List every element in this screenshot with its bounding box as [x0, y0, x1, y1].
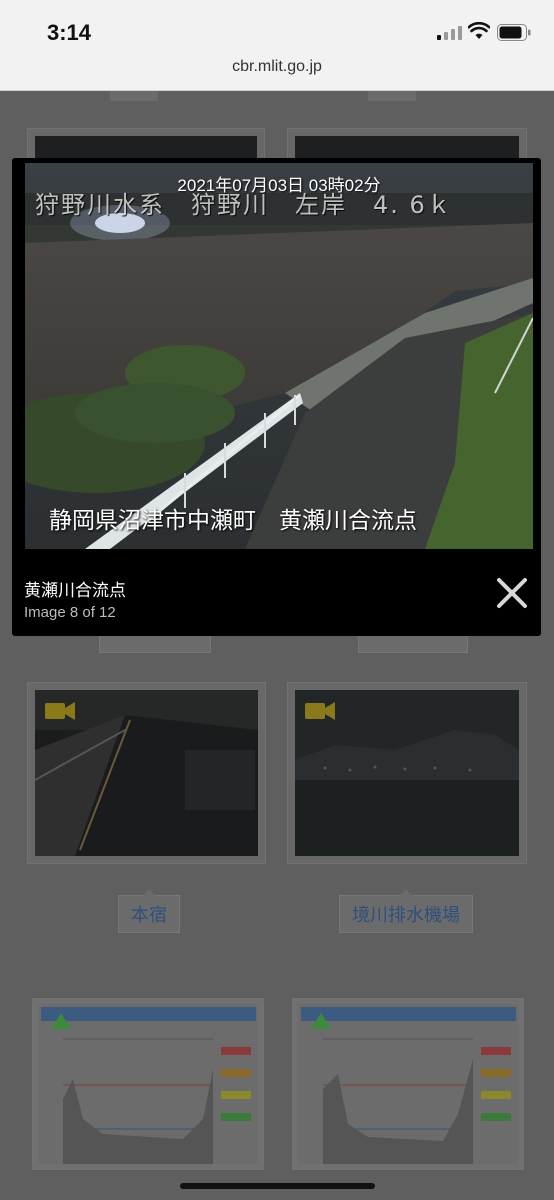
water-level-gauge-image — [38, 1004, 258, 1164]
river-scene-image — [25, 163, 533, 549]
camera-thumbnail — [295, 690, 519, 856]
video-camera-icon — [305, 702, 335, 720]
camera-label-text: 本宿 — [131, 905, 167, 925]
camera-label-sakaigawa[interactable]: 境川排水機場 — [339, 889, 473, 933]
water-level-card[interactable] — [292, 998, 524, 1170]
camera-card-hongjuku[interactable] — [27, 682, 266, 864]
video-camera-icon — [45, 702, 75, 720]
image-location-header: 狩野川水系 狩野川 左岸 4. 6ｋ — [35, 191, 453, 219]
camera-card-sakaigawa[interactable] — [287, 682, 527, 864]
close-icon[interactable] — [493, 574, 531, 612]
home-indicator[interactable] — [180, 1183, 375, 1189]
label-stub — [110, 91, 158, 101]
url-text: cbr.mlit.go.jp — [232, 58, 322, 75]
lightbox-caption: 黄瀬川合流点 — [24, 581, 126, 600]
image-location-footer: 静岡県沼津市中瀬町 黄瀬川合流点 — [49, 508, 417, 534]
river-camera-photo: 2021年07月03日 03時02分 狩野川水系 狩野川 左岸 4. 6ｋ 静岡… — [25, 163, 533, 549]
water-level-gauge-image — [298, 1004, 518, 1164]
camera-label-hongjuku[interactable]: 本宿 — [118, 889, 180, 933]
camera-thumbnail — [35, 690, 258, 856]
address-bar[interactable]: cbr.mlit.go.jp — [0, 52, 554, 91]
status-time: 3:14 — [47, 20, 92, 45]
battery-icon — [497, 24, 531, 41]
wifi-icon — [468, 22, 490, 39]
status-bar: 3:14 — [0, 0, 554, 52]
water-level-card[interactable] — [32, 998, 264, 1170]
camera-label-text: 境川排水機場 — [352, 905, 460, 925]
label-stub — [368, 91, 416, 101]
lightbox-counter: Image 8 of 12 — [24, 604, 116, 621]
cellular-signal-icon — [437, 26, 462, 40]
